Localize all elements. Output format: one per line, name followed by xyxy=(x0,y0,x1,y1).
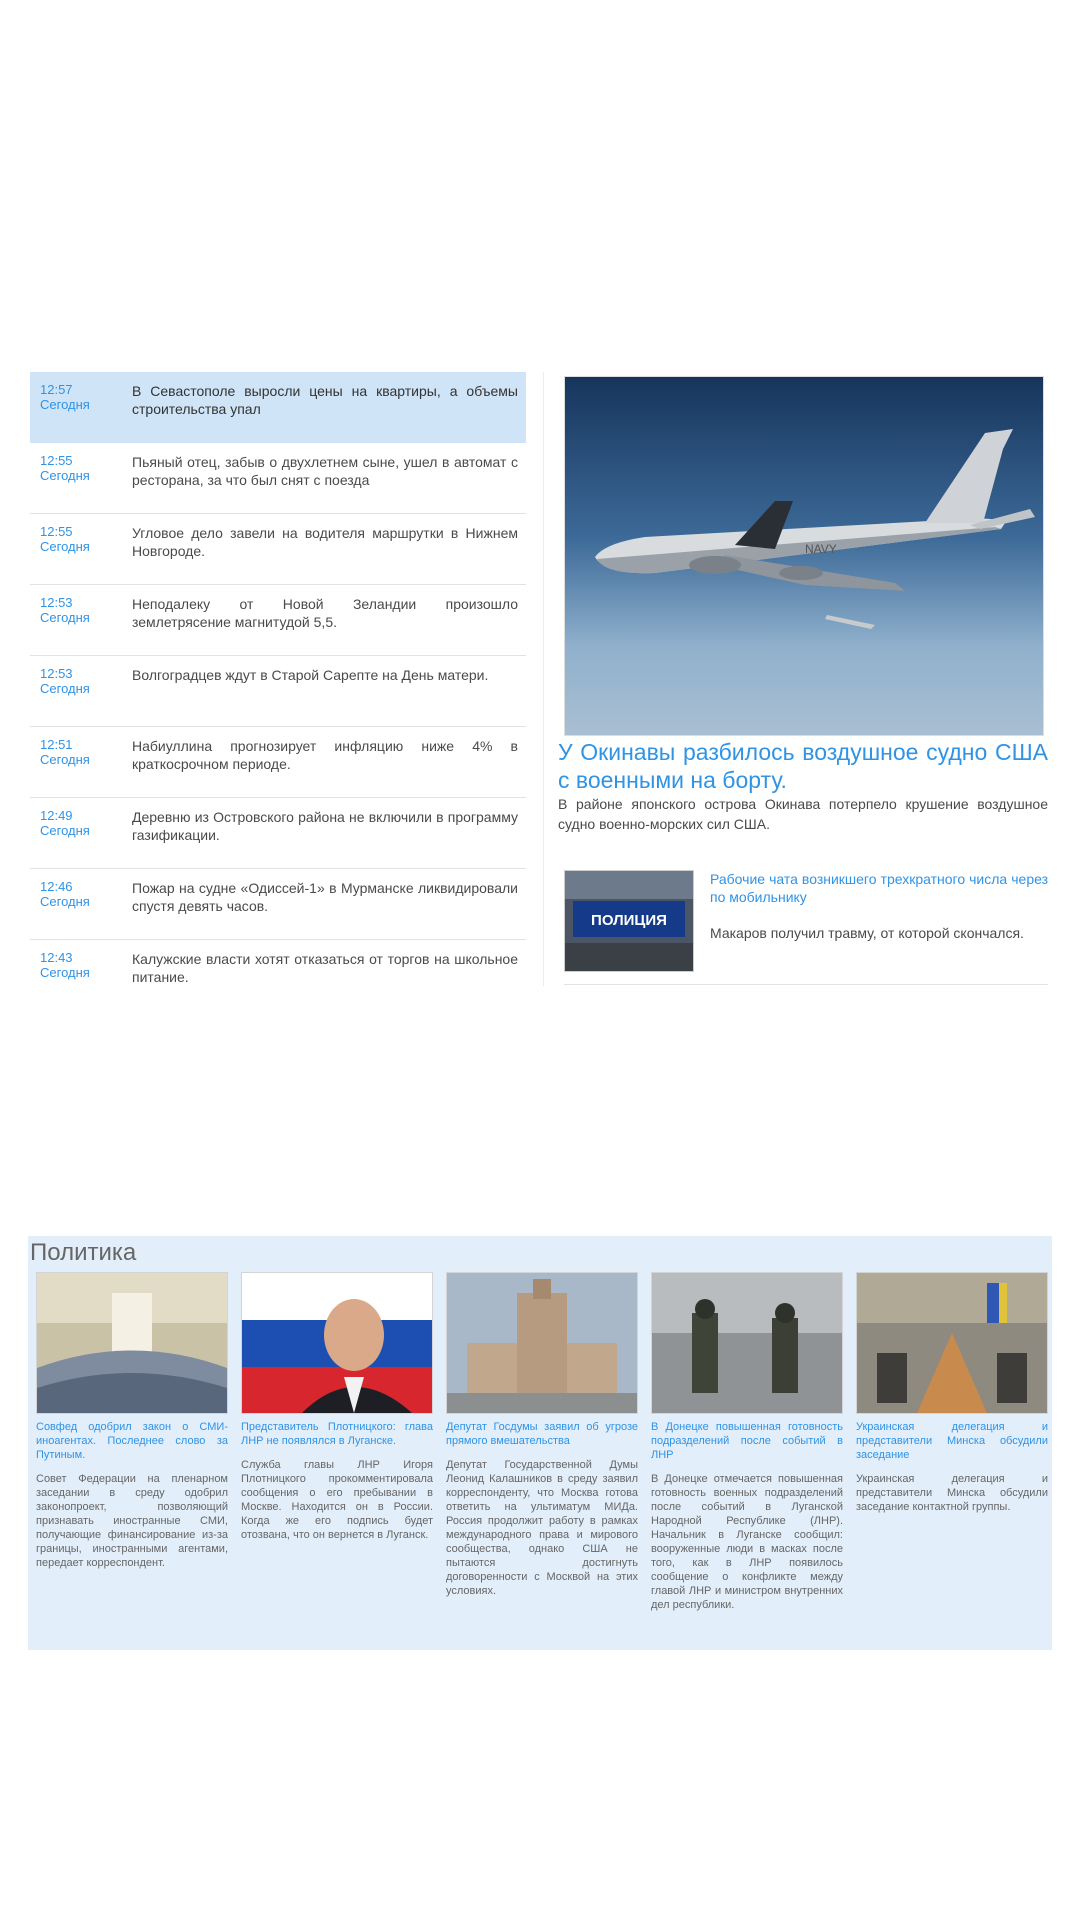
secondary-title[interactable]: Рабочие чата возникшего трехкратного чис… xyxy=(710,870,1048,906)
feed-timestamp: 12:49 Сегодня xyxy=(40,808,132,868)
feed-item[interactable]: 12:53 Сегодня Волгоградцев ждут в Старой С… xyxy=(30,656,526,727)
politician-photo[interactable] xyxy=(241,1272,433,1414)
card-text: Депутат Государственной Думы Леонид Кала… xyxy=(446,1459,638,1597)
feed-timestamp: 12:43 Сегодня xyxy=(40,950,132,986)
feed-headline[interactable]: Калужские власти хотят отказаться от тор… xyxy=(132,950,518,986)
politics-card[interactable]: Совфед одобрил закон о СМИ-иноагентах. П… xyxy=(36,1272,228,1642)
feed-day: Сегодня xyxy=(40,610,90,625)
police-sign-photo: ПОЛИЦИЯ xyxy=(565,871,693,971)
armed-men-image xyxy=(652,1273,842,1413)
feed-headline[interactable]: Угловое дело завели на водителя маршрутк… xyxy=(132,524,518,584)
feed-time: 12:55 xyxy=(40,524,73,539)
card-title[interactable]: Совфед одобрил закон о СМИ-иноагентах. П… xyxy=(36,1420,228,1462)
feed-day: Сегодня xyxy=(40,823,90,838)
feed-time: 12:43 xyxy=(40,950,73,965)
parliament-photo[interactable] xyxy=(36,1272,228,1414)
featured-lead: В районе японского острова Окинава потер… xyxy=(558,796,1048,832)
feed-item[interactable]: 12:43 Сегодня Калужские власти хотят отказ… xyxy=(30,940,526,986)
aircraft-photo: NAVY xyxy=(565,377,1043,735)
feed-timestamp: 12:57 Сегодня xyxy=(40,382,132,442)
feed-timestamp: 12:53 Сегодня xyxy=(40,666,132,726)
feed-time: 12:57 xyxy=(40,382,73,397)
meeting-photo[interactable] xyxy=(856,1272,1048,1414)
feed-day: Сегодня xyxy=(40,894,90,909)
feed-headline[interactable]: Пьяный отец, забыв о двухлетнем сыне, уш… xyxy=(132,453,518,513)
card-text: В Донецке отмечается повышенная готовнос… xyxy=(651,1473,843,1611)
ministry-building-image xyxy=(447,1273,637,1413)
card-title[interactable]: Представитель Плотницкого: глава ЛНР не … xyxy=(241,1420,433,1448)
politics-section: Политика Совфед одобрил закон о СМИ-иноа… xyxy=(28,1236,1052,1650)
card-title[interactable]: В Донецке повышенная готовность подразде… xyxy=(651,1420,843,1462)
feed-item[interactable]: 12:49 Сегодня Деревню из Островского район… xyxy=(30,798,526,869)
politics-card[interactable]: Представитель Плотницкого: глава ЛНР не … xyxy=(241,1272,433,1642)
feed-time: 12:53 xyxy=(40,666,73,681)
politics-grid: Совфед одобрил закон о СМИ-иноагентах. П… xyxy=(36,1272,1050,1642)
feed-time: 12:46 xyxy=(40,879,73,894)
card-title[interactable]: Украинская делегация и представители Мин… xyxy=(856,1420,1048,1462)
secondary-story[interactable]: ПОЛИЦИЯ Рабочие чата возникшего трехкрат… xyxy=(564,864,1048,985)
svg-text:ПОЛИЦИЯ: ПОЛИЦИЯ xyxy=(591,912,667,929)
feed-item[interactable]: 12:55 Сегодня Угловое дело завели на водит… xyxy=(30,514,526,585)
meeting-table-image xyxy=(857,1273,1047,1413)
parliament-hall-image xyxy=(37,1273,227,1413)
feed-time: 12:49 xyxy=(40,808,73,823)
card-text: Служба главы ЛНР Игоря Плотницкого проко… xyxy=(241,1459,433,1541)
feed-timestamp: 12:55 Сегодня xyxy=(40,524,132,584)
building-photo[interactable] xyxy=(446,1272,638,1414)
politics-card[interactable]: В Донецке повышенная готовность подразде… xyxy=(651,1272,843,1642)
soldiers-photo[interactable] xyxy=(651,1272,843,1414)
feed-day: Сегодня xyxy=(40,752,90,767)
feed-item[interactable]: 12:57 Сегодня В Севастополе выросли цены н… xyxy=(30,372,526,443)
feed-time: 12:53 xyxy=(40,595,73,610)
feed-day: Сегодня xyxy=(40,681,90,696)
feed-time: 12:55 xyxy=(40,453,73,468)
secondary-lead: Макаров получил травму, от которой сконч… xyxy=(710,925,1024,941)
feed-timestamp: 12:46 Сегодня xyxy=(40,879,132,939)
politics-card[interactable]: Украинская делегация и представители Мин… xyxy=(856,1272,1048,1642)
column-divider xyxy=(543,372,544,986)
feed-day: Сегодня xyxy=(40,397,90,412)
feed-headline[interactable]: Неподалеку от Новой Зеландии произошло з… xyxy=(132,595,518,655)
svg-text:NAVY: NAVY xyxy=(805,542,837,556)
featured-image[interactable]: NAVY xyxy=(564,376,1044,736)
feed-time: 12:51 xyxy=(40,737,73,752)
feed-timestamp: 12:53 Сегодня xyxy=(40,595,132,655)
portrait-flag-image xyxy=(242,1273,432,1413)
feed-item[interactable]: 12:55 Сегодня Пьяный отец, забыв о двухлет… xyxy=(30,443,526,514)
feed-headline[interactable]: Набиуллина прогнозирует инфляцию ниже 4%… xyxy=(132,737,518,797)
feed-timestamp: 12:55 Сегодня xyxy=(40,453,132,513)
feed-day: Сегодня xyxy=(40,965,90,980)
feed-headline[interactable]: В Севастополе выросли цены на квартиры, … xyxy=(132,382,518,442)
featured-title[interactable]: У Окинавы разбилось воздушное судно США … xyxy=(558,738,1048,794)
feed-headline[interactable]: Волгоградцев ждут в Старой Сарепте на Де… xyxy=(132,666,518,726)
card-text: Совет Федерации на пленарном заседании в… xyxy=(36,1473,228,1569)
feed-day: Сегодня xyxy=(40,539,90,554)
card-text: Украинская делегация и представители Мин… xyxy=(856,1473,1048,1513)
police-thumbnail[interactable]: ПОЛИЦИЯ xyxy=(564,870,694,972)
feed-item[interactable]: 12:46 Сегодня Пожар на судне «Одиссей-1» в… xyxy=(30,869,526,940)
feed-headline[interactable]: Пожар на судне «Одиссей-1» в Мурманске л… xyxy=(132,879,518,939)
politics-card[interactable]: Депутат Госдумы заявил об угрозе прямого… xyxy=(446,1272,638,1642)
feed-item[interactable]: 12:53 Сегодня Неподалеку от Новой Зеландии… xyxy=(30,585,526,656)
feed-timestamp: 12:51 Сегодня xyxy=(40,737,132,797)
section-title[interactable]: Политика xyxy=(30,1236,136,1270)
card-title[interactable]: Депутат Госдумы заявил об угрозе прямого… xyxy=(446,1420,638,1448)
news-feed: 12:57 Сегодня В Севастополе выросли цены н… xyxy=(30,372,526,986)
feed-item[interactable]: 12:51 Сегодня Набиуллина прогнозирует инфл… xyxy=(30,727,526,798)
feed-day: Сегодня xyxy=(40,468,90,483)
feed-headline[interactable]: Деревню из Островского района не включил… xyxy=(132,808,518,868)
